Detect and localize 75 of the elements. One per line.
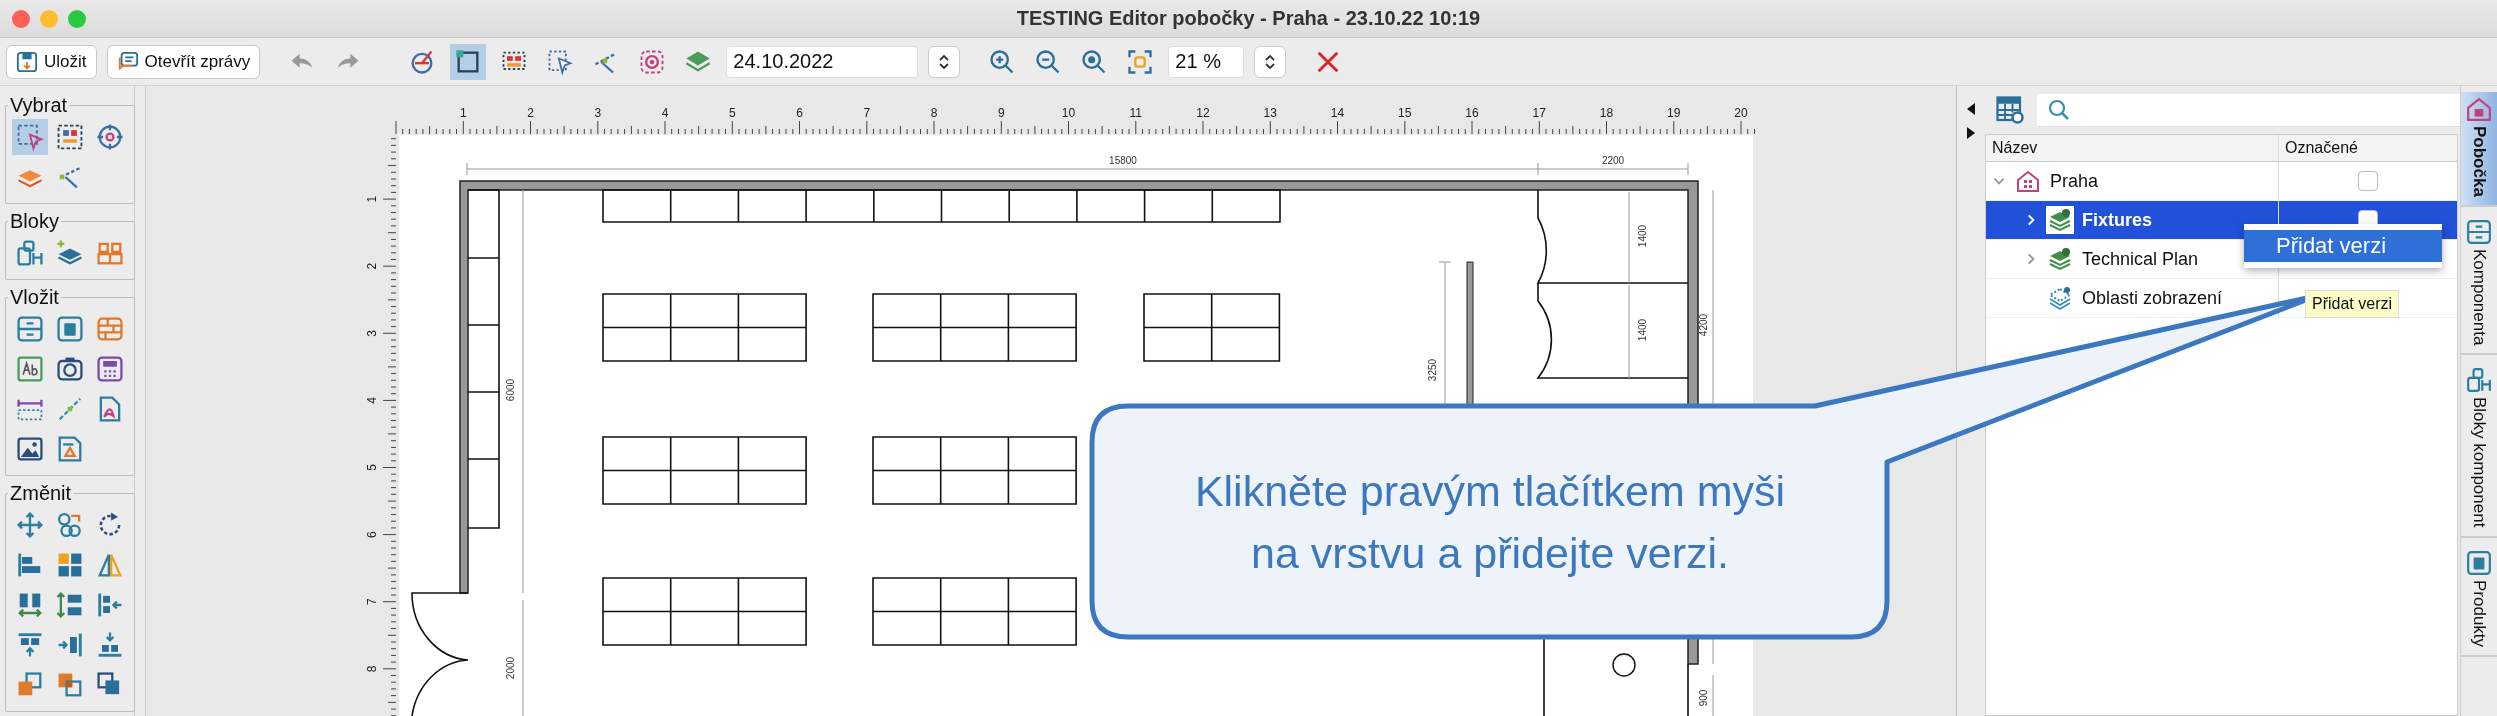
- dimension-label: 2200: [1601, 155, 1625, 166]
- dimension-label: 1400: [1637, 318, 1648, 342]
- ruler-label: 1: [459, 106, 467, 120]
- ruler-label: 6: [365, 531, 379, 538]
- column-header[interactable]: Označené: [2279, 135, 2457, 161]
- window-title: TESTING Editor pobočky - Praha - 23.10.22 10:19: [1016, 7, 1481, 30]
- search-field[interactable]: [2037, 93, 2460, 127]
- ruler-label: 8: [930, 106, 938, 120]
- message-icon: [116, 50, 139, 73]
- ruler-label: 1: [365, 195, 379, 203]
- date-field[interactable]: 24.10.2022: [726, 45, 919, 78]
- dimension-label: 4200: [1698, 313, 1709, 337]
- ruler-label: 6: [796, 106, 803, 120]
- dimension-label: 2000: [505, 656, 516, 680]
- dimension-label: 1400: [1637, 224, 1648, 248]
- dimension-label: 15800: [1109, 155, 1137, 166]
- collapse-left-icon[interactable]: [1966, 102, 1976, 116]
- ruler-label: 18: [1599, 106, 1614, 120]
- ruler-label: 7: [365, 598, 379, 606]
- open-reports-button[interactable]: Otevřít zprávy: [106, 44, 261, 79]
- ruler-label: 5: [365, 464, 379, 471]
- ruler-label: 9: [997, 106, 1005, 120]
- zoom-field[interactable]: 21 %: [1168, 45, 1245, 78]
- group-title: Vložit: [9, 286, 60, 309]
- ruler-label: 20: [1734, 106, 1748, 120]
- save-button[interactable]: Uložit: [6, 44, 97, 79]
- group-title: Vybrat: [9, 94, 69, 117]
- layer-name: Praha: [2050, 170, 2099, 192]
- menu-item[interactable]: Přidat verzi: [2244, 230, 2442, 262]
- cabinet-icon: [2466, 218, 2492, 245]
- blocks-icon: [2466, 367, 2492, 394]
- group-title: Bloky: [9, 210, 60, 233]
- stepper-button[interactable]: [928, 45, 961, 78]
- dimension-label: 3250: [1427, 358, 1438, 382]
- side-tab[interactable]: Komponenta: [2461, 214, 2497, 356]
- dimension-label: 900: [1698, 689, 1709, 707]
- stepper-button[interactable]: [1254, 45, 1287, 78]
- ruler-label: 5: [728, 106, 736, 120]
- ruler-label: 7: [863, 106, 871, 120]
- ruler-label: 2: [527, 106, 534, 120]
- callout-text: Klikněte pravým tlačítkem myši na vrstvu a přidejte verzi.: [1193, 465, 1787, 579]
- layer-name: Fixtures: [2082, 209, 2153, 231]
- ruler-label: 13: [1263, 106, 1277, 120]
- ruler-label: 16: [1465, 106, 1479, 120]
- table-settings-icon[interactable]: [1995, 95, 2025, 125]
- column-header[interactable]: Název: [1986, 135, 2279, 161]
- house-icon: [2466, 96, 2492, 122]
- checkbox[interactable]: [2358, 171, 2378, 191]
- side-tab[interactable]: Bloky komponent: [2461, 363, 2497, 538]
- ruler-label: 8: [365, 665, 379, 673]
- ruler-label: 11: [1129, 106, 1142, 120]
- dimension-label: 6000: [505, 378, 516, 402]
- ruler-label: 4: [365, 397, 379, 404]
- frame-icon[interactable]: [450, 43, 487, 80]
- side-tab[interactable]: Pobočka: [2461, 92, 2497, 207]
- ruler-label: 2: [365, 262, 379, 270]
- group-title: Změnit: [9, 482, 73, 505]
- expand-right-icon[interactable]: [1966, 126, 1976, 140]
- layer-stack-icon: [2046, 206, 2074, 234]
- tooltip: Přidat verzi: [2305, 290, 2400, 318]
- ruler-label: 4: [661, 106, 669, 120]
- close-window-button[interactable]: [12, 10, 30, 28]
- layer-name: Oblasti zobrazení: [2082, 287, 2223, 309]
- ruler-label: 12: [1196, 106, 1210, 120]
- ruler-label: 17: [1532, 106, 1546, 120]
- ruler-label: 14: [1330, 106, 1345, 120]
- ruler-label: 15: [1398, 106, 1412, 120]
- side-tab[interactable]: Produkty: [2461, 545, 2497, 657]
- search-icon: [2047, 97, 2071, 122]
- layer-name: Technical Plan: [2082, 248, 2199, 270]
- box-icon: [2466, 549, 2492, 576]
- ruler-label: 3: [594, 106, 602, 120]
- ruler-label: 19: [1667, 106, 1681, 120]
- ruler-label: 3: [365, 329, 379, 337]
- ruler-label: 10: [1061, 106, 1076, 120]
